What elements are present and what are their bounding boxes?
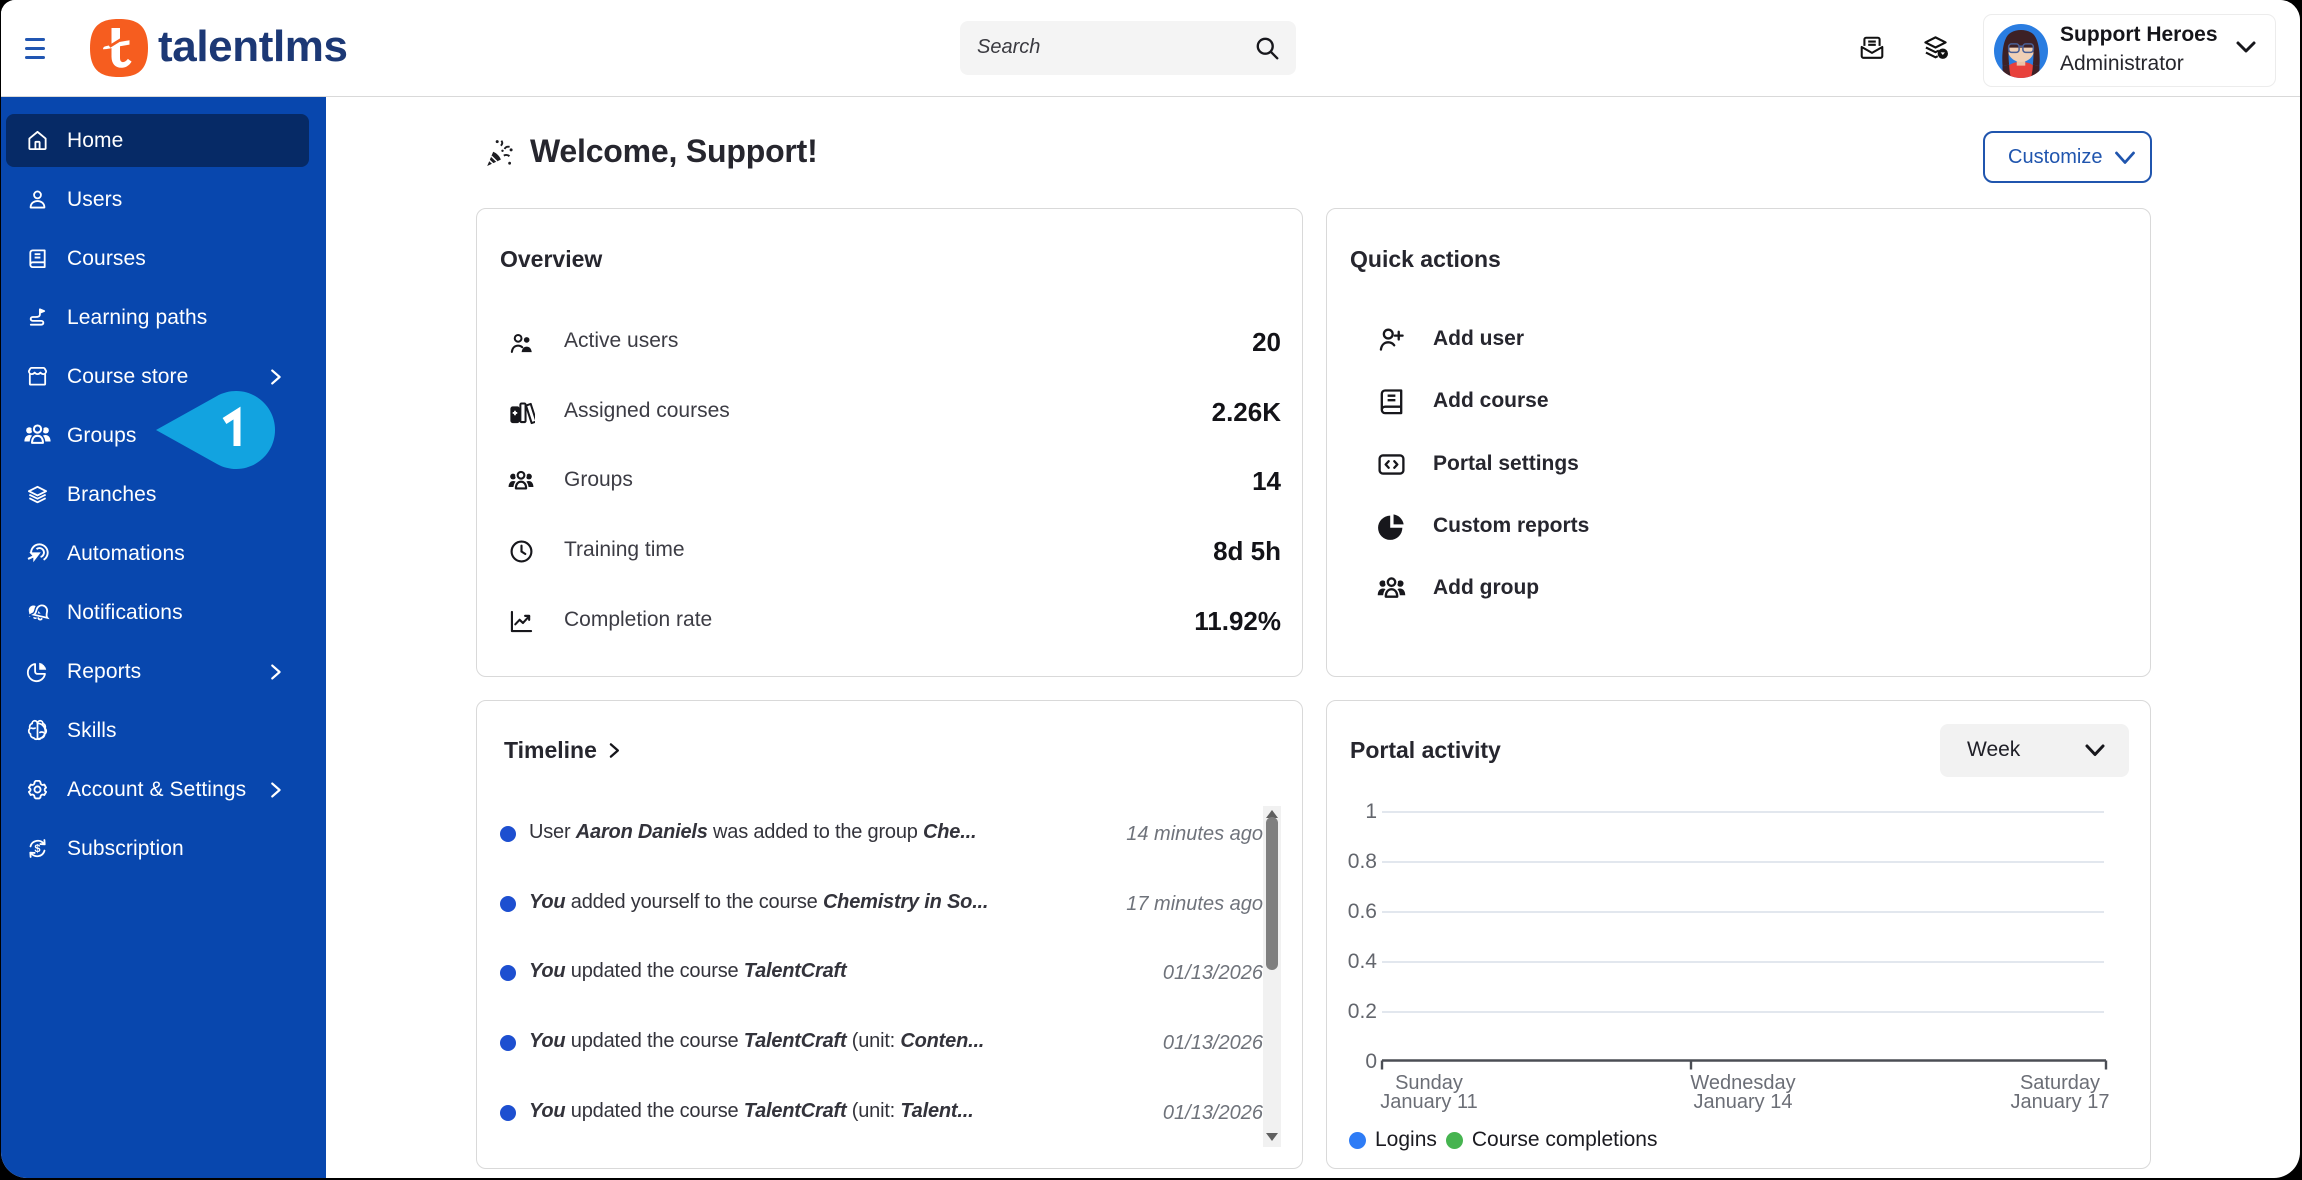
svg-text:$: $ [34,843,40,855]
